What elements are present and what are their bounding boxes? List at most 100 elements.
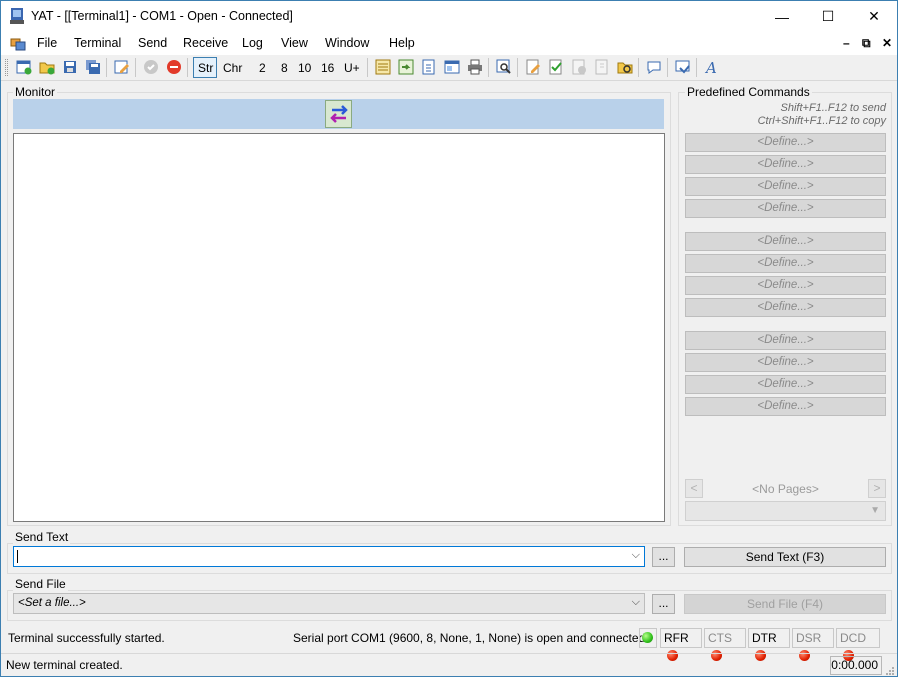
- window-title: YAT - [[Terminal1] - COM1 - Open - Conne…: [31, 9, 293, 23]
- menu-window[interactable]: Window: [325, 36, 369, 50]
- toolbar: Str Chr 2 8 10 16 U+ A: [1, 55, 897, 81]
- predefined-command-button[interactable]: <Define...>: [685, 232, 886, 251]
- toolbar-separator: [135, 58, 136, 77]
- send-file-label: Send File: [13, 577, 68, 591]
- auto-action-icon[interactable]: [673, 57, 693, 77]
- menu-file[interactable]: File: [37, 36, 57, 50]
- find-icon[interactable]: [494, 57, 514, 77]
- radix-16-button[interactable]: 16: [321, 61, 334, 75]
- terminal-settings-icon[interactable]: [112, 57, 132, 77]
- chevron-down-icon[interactable]: ⌵: [632, 596, 640, 609]
- log-clear-icon[interactable]: [592, 57, 612, 77]
- signal-rfr[interactable]: RFR: [660, 628, 702, 661]
- led-icon: [711, 650, 722, 661]
- svg-text:A: A: [704, 59, 717, 75]
- mdi-restore-icon[interactable]: ⧉: [862, 36, 871, 51]
- send-file-select[interactable]: <Set a file...> ⌵: [13, 593, 645, 614]
- send-text-input[interactable]: ⌵: [13, 546, 645, 567]
- send-text-browse-button[interactable]: ...: [652, 547, 675, 567]
- monitor-label: Monitor: [13, 85, 58, 99]
- mdi-close-icon[interactable]: ✕: [882, 36, 892, 50]
- log-folder-icon[interactable]: [615, 57, 635, 77]
- predefined-command-button[interactable]: <Define...>: [685, 199, 886, 218]
- title-bar[interactable]: YAT - [[Terminal1] - COM1 - Open - Conne…: [1, 1, 897, 32]
- print-icon[interactable]: [465, 57, 485, 77]
- page-select[interactable]: ▼: [685, 501, 886, 521]
- toolbar-separator: [488, 58, 489, 77]
- auto-response-icon[interactable]: [644, 57, 664, 77]
- mdi-minimize-icon[interactable]: –: [843, 36, 850, 50]
- toolbar-separator: [517, 58, 518, 77]
- log-off-icon[interactable]: [569, 57, 589, 77]
- menu-bar: File Terminal Send Receive Log View Wind…: [1, 32, 897, 55]
- signal-rfr-label: RFR: [664, 631, 689, 645]
- menu-log[interactable]: Log: [242, 36, 263, 50]
- menu-receive[interactable]: Receive: [183, 36, 228, 50]
- signal-cts: CTS: [704, 628, 746, 661]
- yat-app-icon: [10, 8, 24, 24]
- chevron-down-icon[interactable]: ⌵: [632, 549, 640, 562]
- open-port-icon[interactable]: [141, 57, 161, 77]
- send-file-icon[interactable]: [419, 57, 439, 77]
- terminal-status-message: Terminal successfully started.: [8, 631, 165, 645]
- log-settings-icon[interactable]: [523, 57, 543, 77]
- save-terminal-icon[interactable]: [60, 57, 80, 77]
- predefined-command-button[interactable]: <Define...>: [685, 331, 886, 350]
- radix-2-button[interactable]: 2: [259, 61, 266, 75]
- predefined-command-button[interactable]: <Define...>: [685, 254, 886, 273]
- predefined-commands-label: Predefined Commands: [685, 85, 812, 99]
- send-file-browse-button[interactable]: ...: [652, 594, 675, 614]
- predefined-command-button[interactable]: <Define...>: [685, 133, 886, 152]
- new-terminal-icon[interactable]: [14, 57, 34, 77]
- monitor-text-area[interactable]: [13, 133, 665, 522]
- predefined-command-button[interactable]: <Define...>: [685, 155, 886, 174]
- page-next-button[interactable]: >: [868, 479, 886, 498]
- status-divider: [1, 653, 897, 654]
- direction-toggle-button[interactable]: [325, 100, 352, 128]
- radix-str-button[interactable]: Str: [193, 57, 217, 78]
- send-text-button[interactable]: Send Text (F3): [684, 547, 886, 567]
- shortcut-send-hint: Shift+F1..F12 to send: [780, 102, 886, 114]
- menu-terminal[interactable]: Terminal: [74, 36, 121, 50]
- send-predefined-icon[interactable]: [373, 57, 393, 77]
- maximize-button[interactable]: ☐: [805, 1, 851, 32]
- predefined-command-button[interactable]: <Define...>: [685, 177, 886, 196]
- led-icon: [755, 650, 766, 661]
- predefined-command-button[interactable]: <Define...>: [685, 353, 886, 372]
- bidirectional-arrow-icon: [329, 105, 348, 123]
- send-file-button[interactable]: Send File (F4): [684, 594, 886, 614]
- save-all-icon[interactable]: [83, 57, 103, 77]
- chevron-down-icon: ▼: [870, 505, 880, 516]
- menu-send[interactable]: Send: [138, 36, 167, 50]
- open-terminal-icon[interactable]: [37, 57, 57, 77]
- resize-grip-icon[interactable]: [885, 665, 895, 675]
- radix-8-button[interactable]: 8: [281, 61, 288, 75]
- radix-10-button[interactable]: 10: [298, 61, 311, 75]
- predefined-command-button[interactable]: <Define...>: [685, 375, 886, 394]
- radix-str-label: Str: [198, 61, 214, 75]
- predefined-command-button[interactable]: <Define...>: [685, 298, 886, 317]
- log-on-icon[interactable]: [546, 57, 566, 77]
- close-port-icon[interactable]: [164, 57, 184, 77]
- predefined-command-button[interactable]: <Define...>: [685, 397, 886, 416]
- shortcut-copy-hint: Ctrl+Shift+F1..F12 to copy: [757, 115, 886, 127]
- mdi-child-icon[interactable]: [10, 36, 26, 52]
- signal-dcd-label: DCD: [840, 631, 866, 645]
- close-button[interactable]: ✕: [851, 1, 897, 32]
- page-prev-button[interactable]: <: [685, 479, 703, 498]
- menu-view[interactable]: View: [281, 36, 308, 50]
- text-caret: [17, 550, 18, 563]
- radix-chr-button[interactable]: Chr: [223, 61, 242, 75]
- send-text-icon[interactable]: [396, 57, 416, 77]
- minimize-button[interactable]: —: [759, 1, 805, 32]
- radix-unicode-button[interactable]: U+: [344, 61, 360, 75]
- font-icon[interactable]: A: [702, 57, 722, 77]
- send-text-label: Send Text: [13, 530, 71, 544]
- menu-help[interactable]: Help: [389, 36, 415, 50]
- toolbar-separator: [667, 58, 668, 77]
- predefined-command-button[interactable]: <Define...>: [685, 276, 886, 295]
- format-icon[interactable]: [442, 57, 462, 77]
- toolbar-grip[interactable]: [5, 59, 8, 76]
- port-status-text: Serial port COM1 (9600, 8, None, 1, None…: [293, 631, 646, 645]
- signal-dtr[interactable]: DTR: [748, 628, 790, 661]
